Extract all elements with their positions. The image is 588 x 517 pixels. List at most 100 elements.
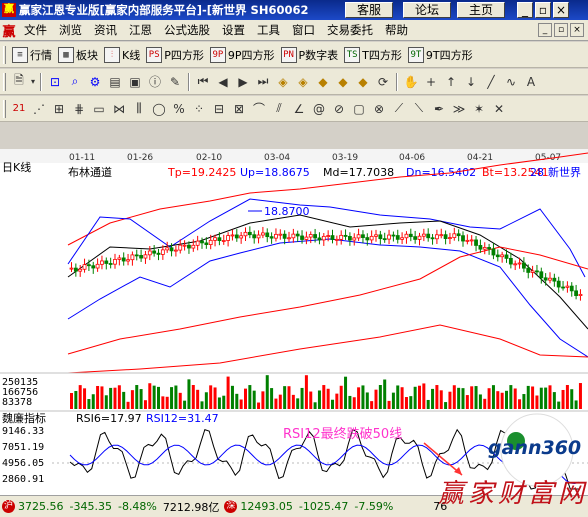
square-tool-icon[interactable]: ▭ — [89, 99, 109, 119]
volume-bar — [444, 402, 448, 409]
mdi-minimize-icon[interactable]: _ — [538, 23, 552, 37]
grid-lines-icon[interactable]: ⋕ — [69, 99, 89, 119]
indicator-name: 布林通道 — [68, 165, 112, 179]
menu-tools[interactable]: 工具 — [251, 22, 286, 38]
minimize-icon[interactable]: _ — [517, 2, 533, 18]
candle-body — [147, 250, 152, 256]
search-icon[interactable]: ⌕ — [65, 72, 85, 92]
notes-icon[interactable]: ✎ — [165, 72, 185, 92]
menu-window[interactable]: 窗口 — [286, 22, 321, 38]
gann-box-icon[interactable]: ⊞ — [49, 99, 69, 119]
next-page-icon[interactable]: ▶ — [233, 72, 253, 92]
first-page-icon[interactable]: ⏮ — [193, 72, 213, 92]
cross-box-icon[interactable]: ⊗ — [369, 99, 389, 119]
shift-left-icon[interactable]: ◆ — [313, 72, 333, 92]
text-tool-icon[interactable]: A — [521, 72, 541, 92]
hand-icon[interactable]: ✋ — [401, 72, 421, 92]
mdi-close-icon[interactable]: × — [570, 23, 584, 37]
sector-button[interactable]: ▦ 板块 — [55, 45, 101, 65]
arrow-down-icon[interactable]: ↓ — [461, 72, 481, 92]
grid-select-icon[interactable]: ⊠ — [229, 99, 249, 119]
menu-browse[interactable]: 浏览 — [53, 22, 88, 38]
draw-line-icon[interactable]: ╱ — [481, 72, 501, 92]
close-icon[interactable]: × — [553, 2, 569, 18]
save-icon[interactable]: 🗎 — [9, 72, 29, 92]
homepage-button[interactable]: 主页 — [457, 2, 505, 18]
angle-icon[interactable]: ∠ — [289, 99, 309, 119]
volume-bar — [465, 395, 469, 409]
time-icon[interactable]: ⊘ — [329, 99, 349, 119]
settings-icon[interactable]: ⚙ — [85, 72, 105, 92]
prev-page-icon[interactable]: ◀ — [213, 72, 233, 92]
shift-right-icon[interactable]: ◆ — [333, 72, 353, 92]
percent-icon[interactable]: % — [169, 99, 189, 119]
candle-icon: ⫶ — [104, 46, 120, 63]
candle-body — [73, 267, 78, 272]
menu-file[interactable]: 文件 — [18, 22, 53, 38]
vertical-lines-icon[interactable]: ⫼ — [129, 99, 149, 119]
volume-bar — [313, 402, 317, 409]
period-21-icon[interactable]: 21 — [9, 99, 29, 119]
last-page-icon[interactable]: ⏭ — [253, 72, 273, 92]
arc-icon[interactable]: ⌒ — [249, 99, 269, 119]
angle-down-icon[interactable]: ⟍ — [409, 99, 429, 119]
fan-line-icon[interactable]: ⋰ — [29, 99, 49, 119]
ruler-icon[interactable]: ⊟ — [209, 99, 229, 119]
table-icon[interactable]: ▤ — [105, 72, 125, 92]
service-button[interactable]: 客服 — [345, 2, 393, 18]
circle-icon[interactable]: ◯ — [149, 99, 169, 119]
menu-settings[interactable]: 设置 — [216, 22, 251, 38]
crosshair-icon[interactable]: + — [421, 72, 441, 92]
spiral-icon[interactable]: @ — [309, 99, 329, 119]
quotes-button[interactable]: ≡ 行情 — [9, 45, 55, 65]
candle-body — [234, 234, 239, 239]
volume-bar — [574, 400, 578, 409]
candle-body — [504, 254, 509, 259]
mdi-restore-icon[interactable]: ▫ — [554, 23, 568, 37]
dots-icon[interactable]: ⁘ — [189, 99, 209, 119]
9t-square-button[interactable]: 9T 9T四方形 — [405, 45, 476, 65]
candle-body — [452, 233, 457, 238]
candle-body — [269, 236, 274, 239]
zoom-out-icon[interactable]: ◈ — [293, 72, 313, 92]
menu-gann[interactable]: 江恩 — [123, 22, 158, 38]
zoom-in-icon[interactable]: ◈ — [273, 72, 293, 92]
chart-canvas[interactable]: 01-11 01-26 02-10 03-04 03-19 04-06 04-21 05-07… — [0, 149, 588, 495]
info-icon[interactable]: ⓘ — [145, 72, 165, 92]
draw-wave-icon[interactable]: ∿ — [501, 72, 521, 92]
pen-icon[interactable]: ✒ — [429, 99, 449, 119]
arrow-up-icon[interactable]: ↑ — [441, 72, 461, 92]
9p-square-button[interactable]: 9P 9P四方形 — [207, 45, 278, 65]
kline-button[interactable]: ⫶ K线 — [101, 45, 143, 65]
menu-formula[interactable]: 公式选股 — [158, 22, 216, 38]
menu-help[interactable]: 帮助 — [379, 22, 414, 38]
forum-button[interactable]: 论坛 — [403, 2, 451, 18]
p-number-table-button[interactable]: PN P数字表 — [278, 45, 342, 65]
candle-body — [165, 247, 170, 251]
stock-list-icon[interactable]: ⊡ — [45, 72, 65, 92]
star-icon[interactable]: ✶ — [469, 99, 489, 119]
volume-bar — [274, 398, 278, 409]
crop-icon[interactable]: ▣ — [125, 72, 145, 92]
chevron-icon[interactable]: ≫ — [449, 99, 469, 119]
shift-up-icon[interactable]: ◆ — [353, 72, 373, 92]
menu-news[interactable]: 资讯 — [88, 22, 123, 38]
9p-icon: 9P — [209, 46, 226, 63]
volume-bar — [561, 389, 565, 409]
p-square-button[interactable]: PS P四方形 — [143, 45, 207, 65]
volume-bar — [196, 389, 200, 409]
cycle-icon[interactable]: ⋈ — [109, 99, 129, 119]
dropdown-arrow-icon[interactable]: ▾ — [29, 72, 37, 92]
candle-body — [326, 235, 331, 237]
restore-icon[interactable]: ▫ — [535, 2, 551, 18]
delete-icon[interactable]: ✕ — [489, 99, 509, 119]
peak-price-label: 18.8700 — [264, 205, 310, 218]
t-square-button[interactable]: TS T四方形 — [341, 45, 405, 65]
angle-up-icon[interactable]: ⟋ — [389, 99, 409, 119]
sh-change: -345.35 — [69, 500, 112, 513]
refresh-icon[interactable]: ⟳ — [373, 72, 393, 92]
box-icon[interactable]: ▢ — [349, 99, 369, 119]
channel-icon[interactable]: ⫽ — [269, 99, 289, 119]
menu-trade[interactable]: 交易委托 — [321, 22, 379, 38]
chart-area[interactable]: 01-11 01-26 02-10 03-04 03-19 04-06 04-21 05-07… — [0, 149, 588, 495]
